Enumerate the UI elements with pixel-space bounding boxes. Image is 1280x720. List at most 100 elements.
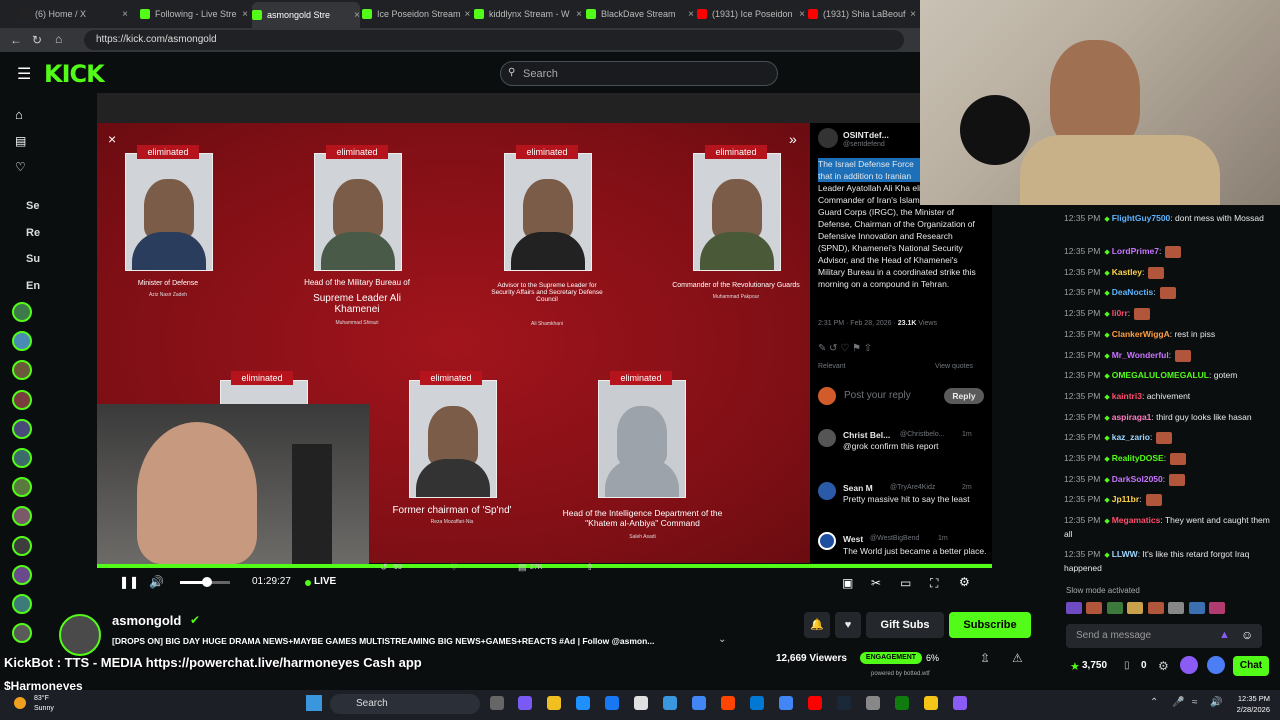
obs-icon[interactable] (924, 696, 938, 710)
tab-close-icon[interactable]: × (461, 9, 470, 20)
heart-icon[interactable]: ♡ (15, 160, 26, 174)
tab-close-icon[interactable]: × (795, 9, 805, 20)
app-icon[interactable] (837, 696, 851, 710)
followed-channel-avatar[interactable] (12, 535, 32, 556)
start-icon[interactable] (306, 695, 322, 711)
followed-channel-avatar[interactable] (12, 418, 32, 439)
volume-icon[interactable]: 🔊 (149, 575, 164, 589)
browser-tab[interactable]: Following - Live Stre × (140, 4, 248, 24)
file-explorer-icon[interactable] (547, 696, 561, 710)
avatar[interactable] (59, 614, 101, 656)
ttv-badge[interactable] (1180, 656, 1198, 674)
kick-logo[interactable]: KICK (44, 60, 105, 88)
browser-tab[interactable]: (1931) Ice Poseidon × (697, 4, 805, 24)
edge-icon[interactable] (663, 696, 677, 710)
discord-icon[interactable] (953, 696, 967, 710)
tab-close-icon[interactable]: × (572, 9, 582, 20)
chat-input[interactable]: Send a message (1066, 624, 1262, 648)
sticky-notes-icon[interactable] (895, 696, 909, 710)
wifi-icon[interactable]: ≈ (1192, 697, 1198, 708)
clock-time[interactable]: 12:35 PM (1232, 694, 1270, 703)
menu-icon[interactable]: ☰ (17, 64, 31, 84)
search-input[interactable]: Search (500, 61, 778, 86)
fullscreen-icon[interactable]: ⛶ (930, 576, 938, 591)
chat-username[interactable]: Megamatics (1112, 515, 1161, 525)
browser-tab[interactable]: Ice Poseidon Stream × (362, 4, 470, 24)
theater-icon[interactable]: ▭ (900, 576, 911, 590)
facebook-icon[interactable] (605, 696, 619, 710)
chevron-down-icon[interactable]: ⌄ (718, 634, 726, 645)
sidebar-label-2[interactable]: Re (26, 227, 40, 239)
follow-heart-button[interactable]: ♥ (835, 612, 861, 638)
xbox-icon[interactable] (866, 696, 880, 710)
pip-icon[interactable]: ▣ (842, 576, 853, 590)
browse-icon[interactable]: ▤ (15, 134, 26, 148)
notification-bell-button[interactable]: 🔔 (804, 612, 830, 638)
tab-close-icon[interactable]: × (118, 9, 128, 20)
settings-gear-icon[interactable]: ⚙ (959, 575, 970, 589)
chat-settings-icon[interactable]: ⚙ (1158, 659, 1169, 673)
tab-close-icon[interactable]: × (238, 9, 248, 20)
home-icon[interactable]: ⌂ (55, 32, 62, 46)
amazon-icon[interactable] (634, 696, 648, 710)
followed-channel-avatar[interactable] (12, 564, 32, 585)
clip-icon[interactable]: ✂ (871, 576, 881, 590)
steam-icon[interactable] (808, 696, 822, 710)
chat-username[interactable]: RealityDOSE (1112, 453, 1164, 463)
browser-tab[interactable]: asmongold Stre × (252, 2, 360, 28)
gif-badge[interactable] (1207, 656, 1225, 674)
reload-icon[interactable]: ↻ (32, 33, 42, 47)
calculator-icon[interactable] (692, 696, 706, 710)
followed-channel-avatar[interactable] (12, 594, 32, 614)
tab-close-icon[interactable]: × (684, 9, 694, 20)
subscribe-button[interactable]: Subscribe (949, 612, 1031, 638)
home-nav-icon[interactable]: ⌂ (15, 107, 23, 122)
chat-username[interactable]: FlightGuy7500 (1112, 213, 1171, 223)
channel-name[interactable]: asmongold (112, 613, 181, 628)
emote[interactable] (1209, 601, 1226, 614)
chevron-up-icon[interactable]: ⌃ (1150, 697, 1158, 708)
followed-channel-avatar[interactable] (12, 448, 32, 468)
tab-close-icon[interactable]: × (906, 9, 916, 20)
share-icon[interactable]: ⇫ (980, 651, 990, 665)
followed-channel-avatar[interactable] (12, 302, 32, 322)
sidebar-label-1[interactable]: Se (26, 200, 39, 212)
chat-username[interactable]: LordPrime7 (1112, 246, 1159, 256)
chat-username[interactable]: li0rr (1112, 308, 1128, 318)
chat-username[interactable]: ClankerWiggA (1112, 329, 1170, 339)
sidebar-label-3[interactable]: Su (26, 253, 40, 265)
taskbar-search[interactable]: Search (330, 694, 480, 714)
emote[interactable] (1188, 601, 1205, 614)
clock-date[interactable]: 2/28/2026 (1226, 705, 1270, 714)
task-view-icon[interactable] (490, 696, 504, 710)
chat-username[interactable]: Mr_Wonderful (1112, 350, 1169, 360)
volume-knob[interactable] (202, 577, 212, 587)
emote[interactable] (1106, 601, 1123, 614)
followed-channel-avatar[interactable] (12, 389, 32, 410)
pause-icon[interactable]: ❚❚ (119, 575, 139, 589)
emoji-icon[interactable]: ☺ (1241, 628, 1253, 642)
chrome-icon[interactable] (721, 696, 735, 710)
browser-tab[interactable]: BlackDave Stream × (586, 4, 694, 24)
chat-username[interactable]: DarkSol2050 (1112, 474, 1163, 484)
emote[interactable] (1086, 601, 1103, 614)
back-icon[interactable]: ← (10, 33, 22, 47)
chat-username[interactable]: Jp11br (1112, 494, 1139, 504)
speaker-icon[interactable]: 🔊 (1210, 697, 1222, 708)
chat-username[interactable]: kaz_zario (1112, 432, 1150, 442)
sidebar-label-4[interactable]: En (26, 280, 40, 292)
chat-username[interactable]: LLWW (1112, 549, 1138, 559)
emote[interactable] (1066, 601, 1082, 614)
tab-close-icon[interactable]: × (350, 10, 360, 21)
emote[interactable] (1147, 601, 1164, 614)
chat-username[interactable]: OMEGALULOMEGALUL (1112, 370, 1209, 380)
youtube-icon[interactable] (779, 696, 793, 710)
emote[interactable] (1168, 601, 1185, 614)
vlc-icon[interactable] (750, 696, 764, 710)
browser-tab[interactable]: (1931) Shia LaBeouf × (808, 4, 916, 24)
chat-username[interactable]: kaintri3 (1112, 391, 1142, 401)
browser-tab[interactable]: kiddlynx Stream - W × (474, 4, 582, 24)
copilot-icon[interactable] (518, 696, 532, 710)
mic-icon[interactable]: 🎤 (1172, 697, 1184, 708)
chat-username[interactable]: Kastley (1112, 267, 1142, 277)
